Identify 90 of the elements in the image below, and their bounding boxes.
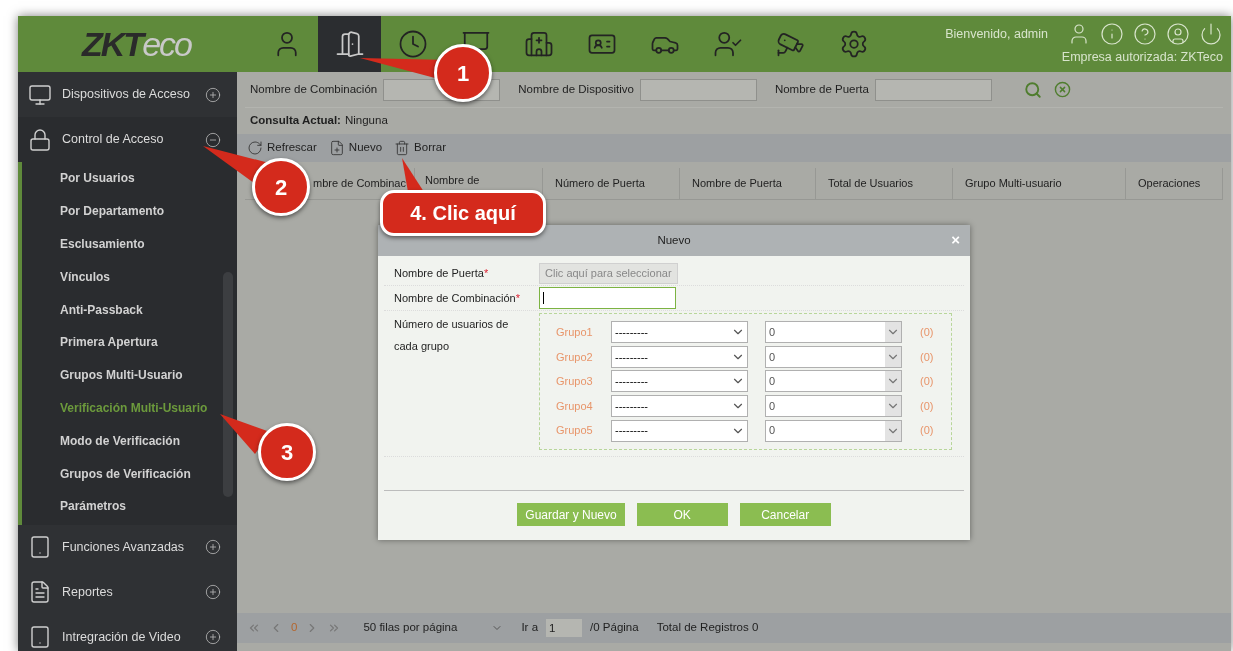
expand-icon[interactable] (205, 539, 221, 556)
column-header[interactable]: Nombre de Puerta (680, 168, 816, 199)
welcome-text: Bienvenido, admin (945, 25, 1048, 43)
submenu-item[interactable]: Parámetros (22, 489, 237, 523)
first-page-icon[interactable] (247, 621, 261, 635)
count-select[interactable]: 0 (765, 345, 902, 368)
filter-label: Nombre de Combinación (250, 81, 378, 97)
filter-label: Nombre de Puerta (774, 81, 869, 97)
document-icon (28, 580, 52, 605)
search-icon[interactable] (1023, 80, 1042, 99)
group-select[interactable]: --------- (611, 419, 748, 442)
column-header[interactable]: Total de Usuarios (816, 168, 953, 199)
clear-icon[interactable] (1053, 81, 1071, 98)
filter-field[interactable] (639, 78, 757, 101)
module-tab[interactable] (318, 16, 381, 72)
power-icon[interactable] (1199, 22, 1223, 46)
group-label: Grupo2 (556, 349, 594, 365)
submenu-item[interactable]: Grupos de Verificación (22, 457, 237, 490)
group-label: Grupo1 (556, 325, 594, 341)
logo: ZKTeco (82, 23, 191, 65)
page-size-select[interactable]: 50 filas por página (363, 619, 484, 637)
group-label: Grupo3 (556, 374, 594, 390)
group-total: (0) (920, 374, 934, 390)
submenu-item[interactable]: Vínculos (22, 260, 237, 294)
building-icon (523, 29, 554, 59)
column-header[interactable]: Grupo Multi-usuario (953, 168, 1126, 199)
field-label: Nombre de Combinación* (393, 290, 521, 306)
clock-icon (397, 29, 428, 59)
monitor-icon (28, 82, 52, 107)
door-icon (334, 29, 365, 59)
submenu-item[interactable]: Grupos Multi-Usuario (22, 358, 237, 392)
submenu-item[interactable]: Esclusamiento (22, 227, 237, 261)
column-header[interactable]: Operaciones (1126, 168, 1223, 199)
group-select[interactable]: --------- (611, 345, 748, 368)
page-count: /0 Página (590, 620, 639, 636)
query-value: Ninguna (344, 113, 388, 129)
account-icon[interactable] (1166, 22, 1190, 46)
filter-label: Nombre de Dispositivo (518, 81, 634, 97)
group-select[interactable]: --------- (611, 395, 748, 418)
submenu-item[interactable]: Modo de Verificación (22, 424, 237, 458)
page-field[interactable]: 1 (546, 619, 583, 637)
field-label: Número de usuarios de cada grupo (393, 317, 510, 354)
dialog-title: Nuevo (657, 232, 691, 248)
sidebar-item[interactable]: Control de Acceso (18, 117, 237, 162)
group-total: (0) (920, 349, 934, 365)
submenu-item[interactable]: Verificación Multi-Usuario (22, 391, 237, 425)
filter-field[interactable] (874, 78, 992, 101)
field-label: Nombre de Puerta* (393, 265, 490, 281)
company-text: Empresa autorizada: ZKTeco (1061, 49, 1223, 66)
callout-badge: 4. Clic aquí (380, 190, 546, 236)
trash-icon (394, 140, 411, 156)
group-select[interactable]: --------- (611, 321, 748, 344)
expand-icon[interactable] (205, 584, 221, 601)
combination-field[interactable] (539, 287, 676, 309)
refresh-icon (247, 140, 263, 156)
total-records: Total de Registros 0 (656, 620, 759, 636)
group-label: Grupo5 (556, 423, 594, 439)
query-label: Consulta Actual: (250, 113, 341, 129)
help-icon[interactable] (1133, 22, 1157, 46)
lock-icon (28, 127, 52, 152)
count-select[interactable]: 0 (765, 419, 902, 442)
count-select[interactable]: 0 (765, 395, 902, 418)
expand-icon[interactable] (205, 86, 221, 103)
sidebar-item[interactable]: Intregración de Video (18, 614, 237, 651)
page-number: 0 (291, 620, 298, 636)
tablet-icon (28, 535, 52, 560)
expand-icon[interactable] (205, 629, 221, 646)
sidebar-item[interactable]: Dispositivos de Acceso (18, 72, 237, 117)
group-total: (0) (920, 423, 934, 439)
group-total: (0) (920, 325, 934, 341)
tablet-icon (28, 625, 52, 650)
new-file-icon (328, 140, 345, 156)
submenu-item[interactable]: Por Usuarios (22, 162, 237, 195)
group-total: (0) (920, 398, 934, 414)
count-select[interactable]: 0 (765, 321, 902, 344)
info-icon[interactable] (1100, 22, 1124, 46)
submenu-item[interactable]: Por Departamento (22, 194, 237, 228)
toolbar-button[interactable]: Refrescar (247, 139, 317, 157)
toolbar-button[interactable]: Borrar (394, 139, 447, 157)
group-label: Grupo4 (556, 398, 594, 414)
count-select[interactable]: 0 (765, 370, 902, 393)
sidebar-item[interactable]: Funciones Avanzadas (18, 524, 237, 570)
toolbar-button[interactable]: Nuevo (328, 139, 383, 157)
collapse-icon[interactable] (205, 131, 221, 148)
scrollbar[interactable] (223, 272, 233, 497)
submenu-item[interactable]: Primera Apertura (22, 326, 237, 359)
submenu-item[interactable]: Anti-Passback (22, 293, 237, 326)
goto-label: Ir a (521, 620, 539, 636)
sidebar-item[interactable]: Reportes (18, 569, 237, 615)
group-select[interactable]: --------- (611, 370, 748, 393)
